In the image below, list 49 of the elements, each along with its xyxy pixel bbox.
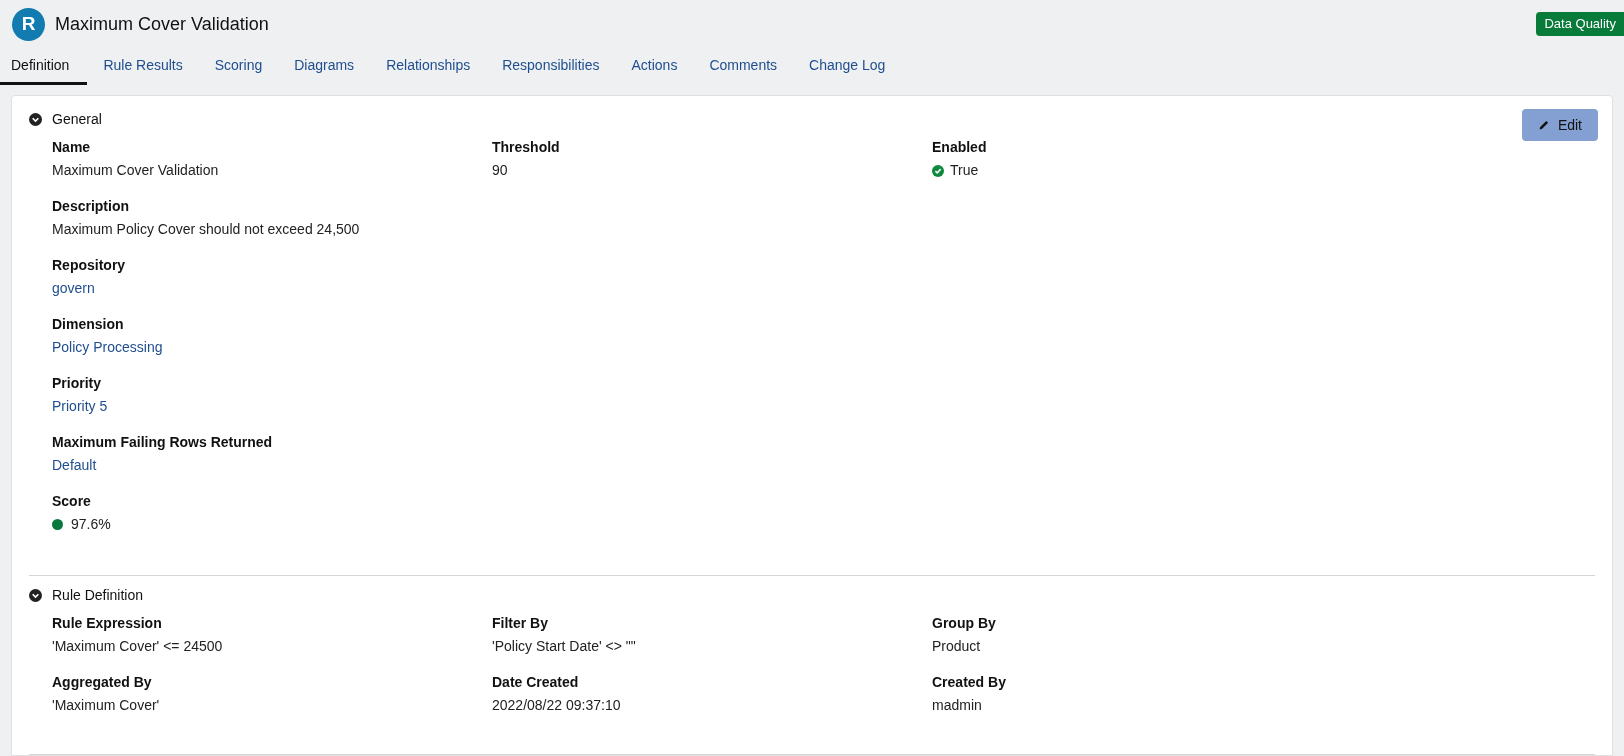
tab[interactable]: Scoring xyxy=(198,48,279,85)
category-badge: Data Quality xyxy=(1536,12,1624,36)
field-label: Maximum Failing Rows Returned xyxy=(52,433,274,452)
field-value: madmin xyxy=(932,696,983,715)
field-label: Repository xyxy=(52,256,127,275)
tab[interactable]: Change Log xyxy=(793,48,902,85)
tab[interactable]: Diagrams xyxy=(278,48,371,85)
field-value: True xyxy=(950,161,979,180)
field-label: Filter By xyxy=(492,614,549,633)
tab[interactable]: Relationships xyxy=(370,48,487,85)
tab[interactable]: Responsibilities xyxy=(486,48,616,85)
field-link[interactable]: Default xyxy=(52,455,492,476)
page-title: Maximum Cover Validation xyxy=(55,12,269,36)
field-label: Rule Expression xyxy=(52,614,163,633)
field-label: Group By xyxy=(932,614,997,633)
logo: R xyxy=(12,7,45,41)
field-label: Dimension xyxy=(52,315,125,334)
field-label: Date Created xyxy=(492,673,580,692)
field-value: 2022/08/22 09:37:10 xyxy=(492,696,622,715)
field-value: 97.6% xyxy=(71,515,111,534)
field-link[interactable]: govern xyxy=(52,278,492,299)
field-label: Score xyxy=(52,492,92,511)
tab[interactable]: Rule Results xyxy=(87,48,199,85)
tab[interactable]: Definition xyxy=(0,48,88,85)
field-label: Priority xyxy=(52,374,102,393)
field-value: Maximum Policy Cover should not exceed 24,500 xyxy=(52,220,361,239)
section-title: Rule Definition xyxy=(52,585,144,605)
pencil-icon xyxy=(1537,119,1550,131)
field-value: Product xyxy=(932,637,982,656)
field-value: 90 xyxy=(492,161,509,180)
field-label: Aggregated By xyxy=(52,673,153,692)
check-circle-icon xyxy=(932,164,944,177)
field-value: Maximum Cover Validation xyxy=(52,161,220,180)
chevron-down-icon[interactable] xyxy=(29,588,42,602)
tab[interactable]: Comments xyxy=(693,48,794,85)
field-label: Created By xyxy=(932,673,1007,692)
field-label: Name xyxy=(52,138,92,157)
section-title: General xyxy=(52,109,102,129)
tab[interactable]: Actions xyxy=(615,48,694,85)
field-label: Threshold xyxy=(492,138,561,157)
chevron-down-icon[interactable] xyxy=(29,112,42,126)
field-value: 'Maximum Cover' <= 24500 xyxy=(52,637,224,656)
field-label: Enabled xyxy=(932,138,988,157)
field-value: 'Policy Start Date' <> "" xyxy=(492,637,637,656)
field-link[interactable]: Priority 5 xyxy=(52,396,492,417)
field-link[interactable]: Policy Processing xyxy=(52,337,492,358)
field-label: Description xyxy=(52,197,130,216)
field-value: 'Maximum Cover' xyxy=(52,696,161,715)
edit-button[interactable]: Edit xyxy=(1521,109,1598,141)
